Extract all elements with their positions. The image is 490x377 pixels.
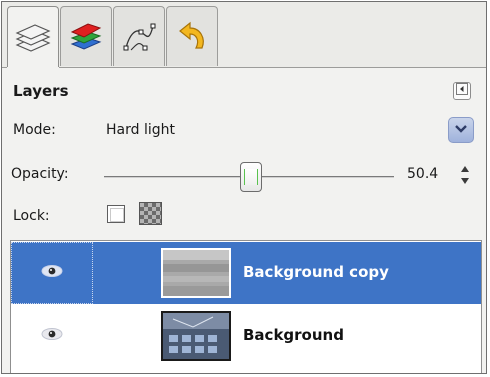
layer-thumbnail — [161, 311, 231, 361]
eye-icon — [40, 327, 64, 345]
paths-icon — [119, 18, 159, 56]
tab-menu-button[interactable] — [453, 82, 471, 100]
channels-tab[interactable] — [60, 6, 112, 66]
layer-name[interactable]: Background — [243, 326, 344, 344]
channels-icon — [66, 18, 106, 56]
spin-down-icon — [461, 178, 469, 184]
dock-tab-bar — [2, 2, 486, 69]
lock-alpha-checkbox[interactable] — [139, 202, 162, 225]
undo-history-icon — [172, 18, 212, 56]
tab-bar-divider — [2, 67, 486, 68]
layers-list: Background copy Background — [10, 240, 482, 373]
layer-thumbnail — [161, 248, 231, 298]
tab-menu-icon — [456, 83, 468, 99]
mode-select-value[interactable]: Hard light — [106, 122, 175, 138]
layer-name[interactable]: Background copy — [243, 263, 389, 281]
eye-icon — [40, 264, 64, 282]
panel-title: Layers — [13, 82, 69, 100]
chevron-down-icon — [454, 123, 468, 138]
undo-history-tab[interactable] — [166, 6, 218, 66]
visibility-toggle[interactable] — [11, 305, 93, 367]
lock-label: Lock: — [13, 208, 50, 224]
layer-row[interactable]: Background — [11, 305, 481, 367]
layers-dock: Layers Mode: Hard light Opacity: 50.4 Lo… — [1, 1, 487, 374]
spin-up-icon — [461, 166, 469, 172]
layers-tab[interactable] — [7, 6, 59, 69]
mode-dropdown-button[interactable] — [448, 117, 474, 143]
opacity-value[interactable]: 50.4 — [407, 166, 438, 182]
layers-dialog-frame: Layers Mode: Hard light Opacity: 50.4 Lo… — [0, 0, 490, 377]
lock-pixels-checkbox[interactable] — [107, 205, 125, 223]
active-tab-gap — [7, 67, 59, 69]
paths-tab[interactable] — [113, 6, 165, 66]
opacity-label: Opacity: — [11, 166, 69, 182]
layer-row[interactable]: Background copy — [11, 242, 481, 304]
opacity-spinner[interactable] — [458, 164, 472, 186]
mode-label: Mode: — [13, 122, 56, 138]
opacity-slider-handle[interactable] — [240, 162, 262, 192]
visibility-toggle[interactable] — [11, 242, 93, 304]
layers-stack-icon — [13, 19, 53, 57]
